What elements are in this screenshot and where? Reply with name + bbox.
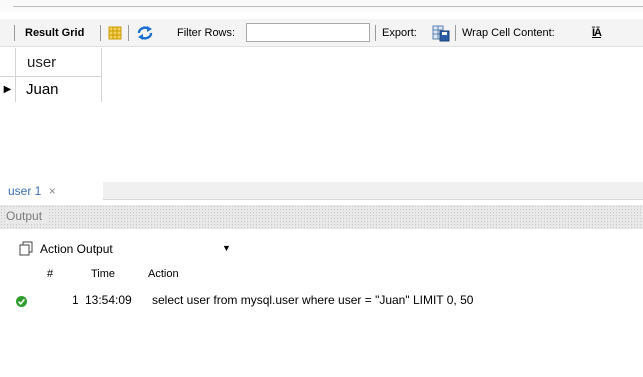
column-header-time: Time xyxy=(91,268,116,280)
top-strip xyxy=(0,0,643,12)
current-row-indicator: ▶ xyxy=(0,77,16,102)
column-header-action: Action xyxy=(148,268,179,280)
tab-label: user 1 xyxy=(8,184,42,198)
refresh-icon[interactable] xyxy=(137,19,153,46)
filter-rows-input[interactable] xyxy=(246,23,370,42)
column-header-num: # xyxy=(47,268,54,280)
grid-cell[interactable]: Juan xyxy=(16,77,102,102)
result-grid: user ▶ Juan xyxy=(0,48,643,181)
export-icon[interactable] xyxy=(432,19,450,46)
output-toolbar: Action Output ▼ xyxy=(0,236,643,262)
result-tabs: user 1 × xyxy=(0,182,643,200)
row-action[interactable]: select user from mysql.user where user =… xyxy=(152,293,473,307)
output-title: Output xyxy=(6,209,49,223)
result-grid-label[interactable]: Result Grid xyxy=(25,19,84,46)
tab-user-1[interactable]: user 1 × xyxy=(8,184,56,198)
chevron-down-icon[interactable]: ▼ xyxy=(222,243,231,253)
row-time: 13:54:09 xyxy=(85,293,132,307)
output-panel-header: Output xyxy=(0,205,643,229)
result-toolbar: Result Grid Filter Rows: Export: Wrap Ce… xyxy=(0,19,643,47)
filter-rows-label: Filter Rows: xyxy=(177,26,236,39)
wrap-cell-icon[interactable]: ĪĀ xyxy=(592,19,602,46)
action-output-table: # Time Action 1 13:54:09 select user fro… xyxy=(0,266,643,377)
output-type-value: Action Output xyxy=(40,242,113,256)
output-type-select[interactable]: Action Output xyxy=(40,242,113,256)
column-header-user[interactable]: user xyxy=(16,48,102,77)
copy-icon[interactable] xyxy=(18,241,34,260)
grid-view-icon[interactable] xyxy=(108,19,122,46)
row-header-corner xyxy=(0,48,16,77)
success-icon xyxy=(16,296,27,310)
wrap-cell-label: Wrap Cell Content: xyxy=(462,26,555,39)
close-icon[interactable]: × xyxy=(49,184,56,198)
row-number: 1 xyxy=(72,293,79,307)
export-label: Export: xyxy=(382,26,417,39)
